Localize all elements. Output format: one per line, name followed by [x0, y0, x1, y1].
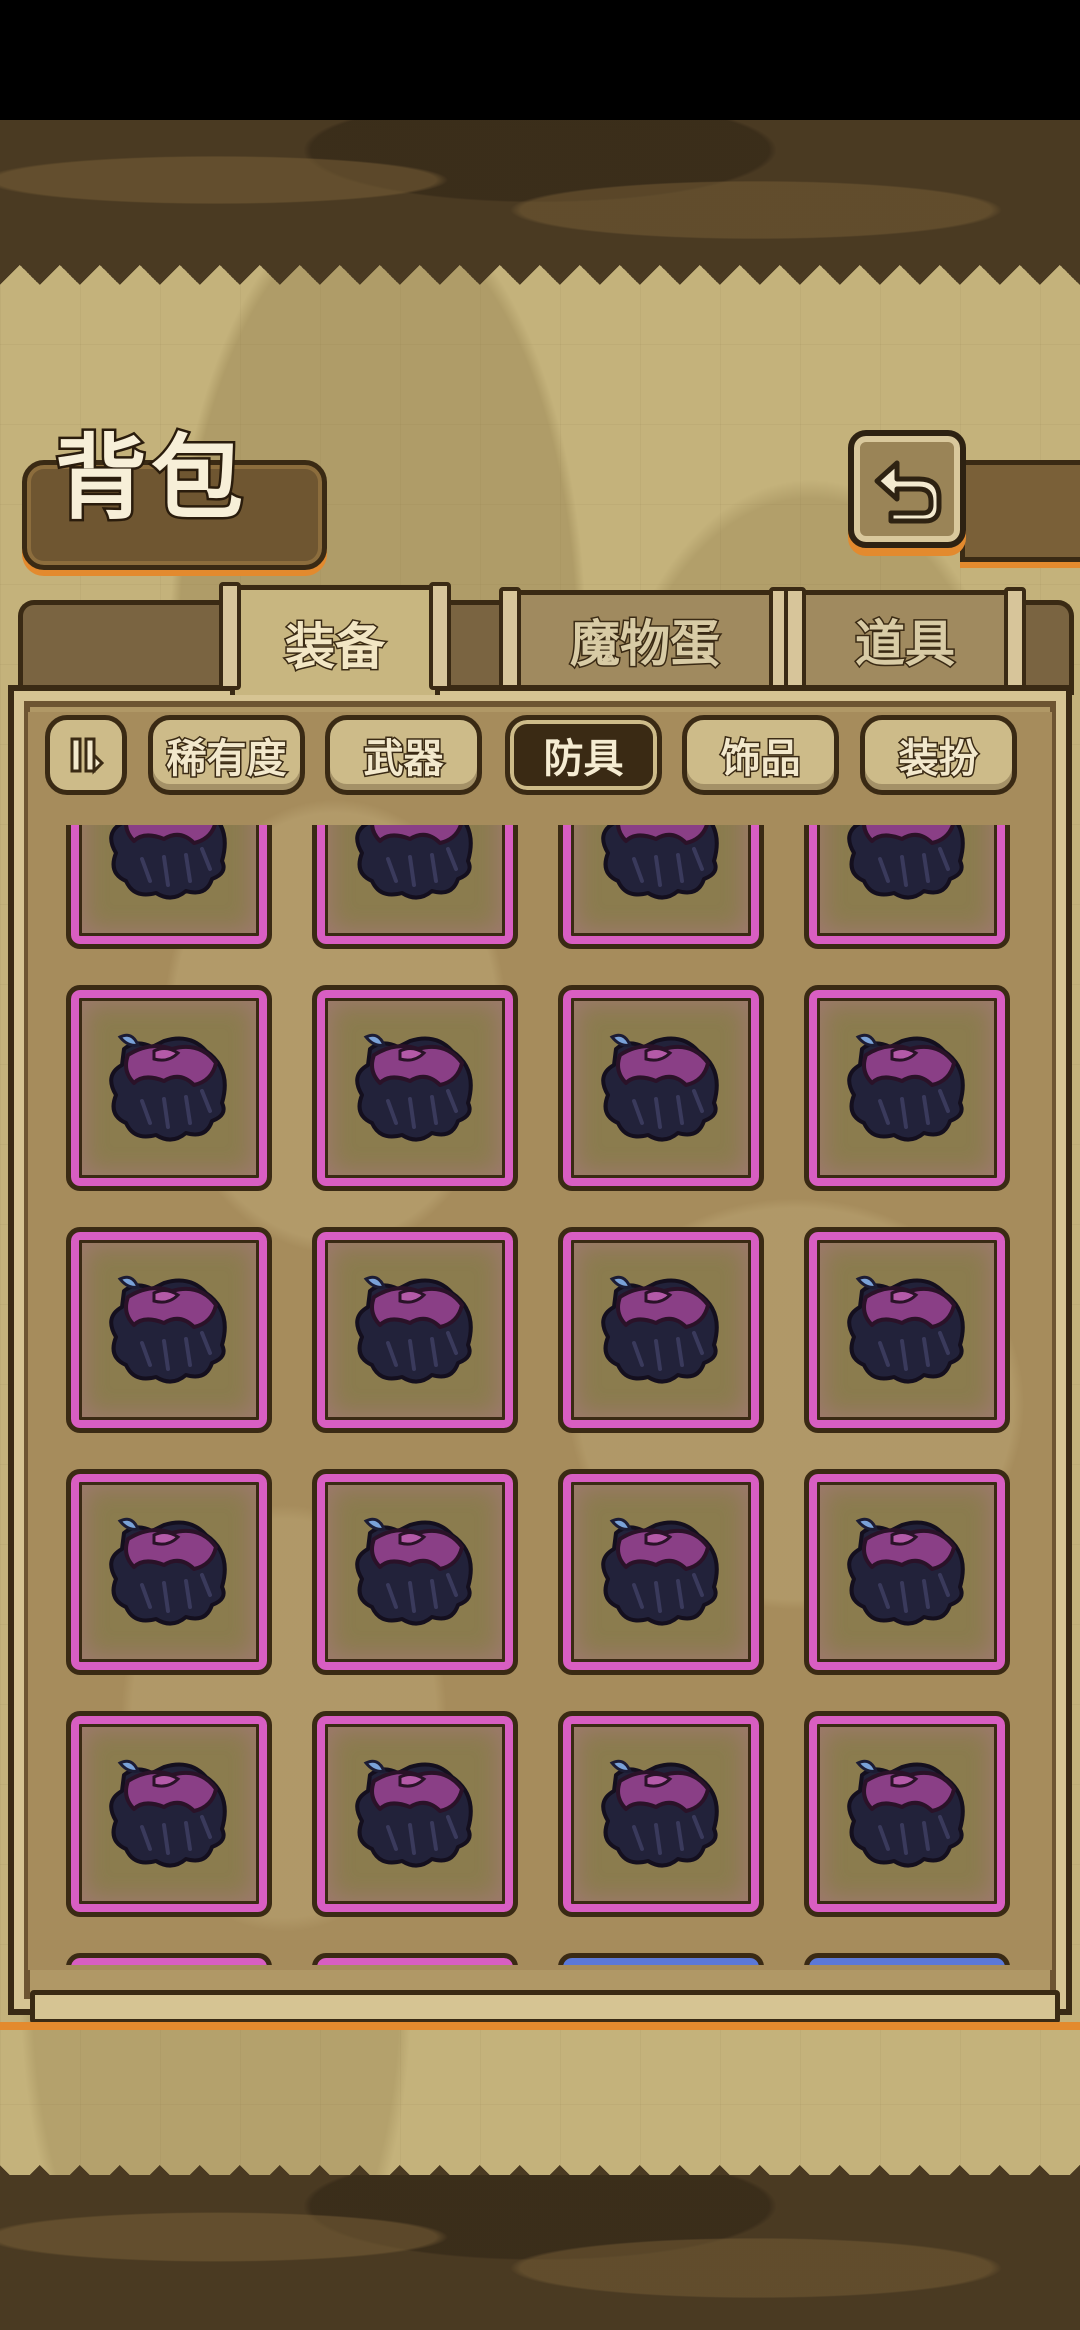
- purple-cloak-icon: [832, 1495, 982, 1649]
- inventory-slot[interactable]: [66, 825, 272, 949]
- inventory-slot[interactable]: [558, 1469, 764, 1675]
- purple-cloak-icon: [832, 1011, 982, 1165]
- return-arrow-icon: [874, 460, 942, 524]
- inventory-slot[interactable]: [66, 1953, 272, 1965]
- purple-cloak-icon: [94, 1495, 244, 1649]
- inventory-slot[interactable]: [558, 1953, 764, 1965]
- filter-accessory-button[interactable]: 饰品: [682, 715, 839, 795]
- map-background-bottom: [0, 2175, 1080, 2330]
- panel-bottom-bar: [30, 1990, 1060, 2024]
- purple-cloak-icon: [586, 1011, 736, 1165]
- sort-toggle-icon: [70, 737, 105, 775]
- inventory-scroll-area[interactable]: [28, 825, 1052, 1965]
- filter-label: 防具: [543, 736, 624, 782]
- inventory-slot[interactable]: [312, 1711, 518, 1917]
- tab-equipment[interactable]: 装备: [219, 582, 451, 695]
- inventory-slot[interactable]: [312, 1953, 518, 1965]
- inventory-slot[interactable]: [558, 1227, 764, 1433]
- purple-cloak-icon: [340, 1011, 490, 1165]
- inventory-slot[interactable]: [804, 985, 1010, 1191]
- inventory-slot[interactable]: [66, 1227, 272, 1433]
- filter-label: 饰品: [719, 735, 802, 784]
- filter-bar: 稀有度 武器 防具 饰品 装扮: [45, 715, 1045, 795]
- filter-label: 武器: [362, 735, 445, 784]
- inventory-slot[interactable]: [312, 985, 518, 1191]
- filter-weapon-button[interactable]: 武器: [325, 715, 482, 795]
- purple-cloak-icon: [586, 1737, 736, 1891]
- inventory-slot[interactable]: [804, 825, 1010, 949]
- sort-button[interactable]: [45, 715, 127, 795]
- inventory-slot[interactable]: [66, 1469, 272, 1675]
- filter-rarity-button[interactable]: 稀有度: [148, 715, 305, 795]
- purple-cloak-icon: [832, 1737, 982, 1891]
- inventory-slot[interactable]: [66, 1711, 272, 1917]
- inventory-slot[interactable]: [558, 825, 764, 949]
- torn-edge-top: [0, 265, 1080, 305]
- purple-cloak-icon: [340, 825, 490, 923]
- purple-cloak-icon: [340, 1253, 490, 1407]
- tab-items[interactable]: 道具: [784, 587, 1026, 695]
- back-button[interactable]: [848, 430, 966, 548]
- filter-label: 装扮: [897, 735, 980, 784]
- inventory-slot[interactable]: [66, 985, 272, 1191]
- inventory-slot[interactable]: [804, 1227, 1010, 1433]
- purple-cloak-icon: [94, 1737, 244, 1891]
- purple-cloak-icon: [586, 1495, 736, 1649]
- inventory-slot[interactable]: [804, 1953, 1010, 1965]
- inventory-slot[interactable]: [312, 1227, 518, 1433]
- filter-label: 稀有度: [165, 735, 288, 784]
- inventory-slot[interactable]: [312, 1469, 518, 1675]
- panel-bottom-trim: [0, 2022, 1080, 2030]
- inventory-slot[interactable]: [312, 825, 518, 949]
- inventory-slot[interactable]: [558, 985, 764, 1191]
- purple-cloak-icon: [94, 1253, 244, 1407]
- filter-armor-button[interactable]: 防具: [505, 715, 662, 795]
- inventory-slot[interactable]: [804, 1469, 1010, 1675]
- purple-cloak-icon: [832, 1253, 982, 1407]
- map-background-top: [0, 120, 1080, 270]
- tab-monster-eggs[interactable]: 魔物蛋: [499, 587, 791, 695]
- tab-label: 魔物蛋: [569, 613, 722, 675]
- inventory-slot[interactable]: [558, 1711, 764, 1917]
- inventory-slot[interactable]: [804, 1711, 1010, 1917]
- purple-cloak-icon: [832, 825, 982, 923]
- purple-cloak-icon: [340, 1495, 490, 1649]
- purple-cloak-icon: [586, 825, 736, 923]
- tab-label: 装备: [284, 615, 387, 677]
- tab-label: 道具: [854, 613, 957, 675]
- purple-cloak-icon: [94, 1011, 244, 1165]
- game-screen: 背包 魔物蛋 道具 装备 稀有度 武器 防具 饰品 装扮: [0, 0, 1080, 2330]
- filter-costume-button[interactable]: 装扮: [860, 715, 1017, 795]
- purple-cloak-icon: [340, 1737, 490, 1891]
- page-title: 背包: [52, 424, 248, 532]
- inventory-grid: [66, 825, 1046, 1965]
- purple-cloak-icon: [94, 825, 244, 923]
- purple-cloak-icon: [586, 1253, 736, 1407]
- back-button-strip: [960, 460, 1080, 562]
